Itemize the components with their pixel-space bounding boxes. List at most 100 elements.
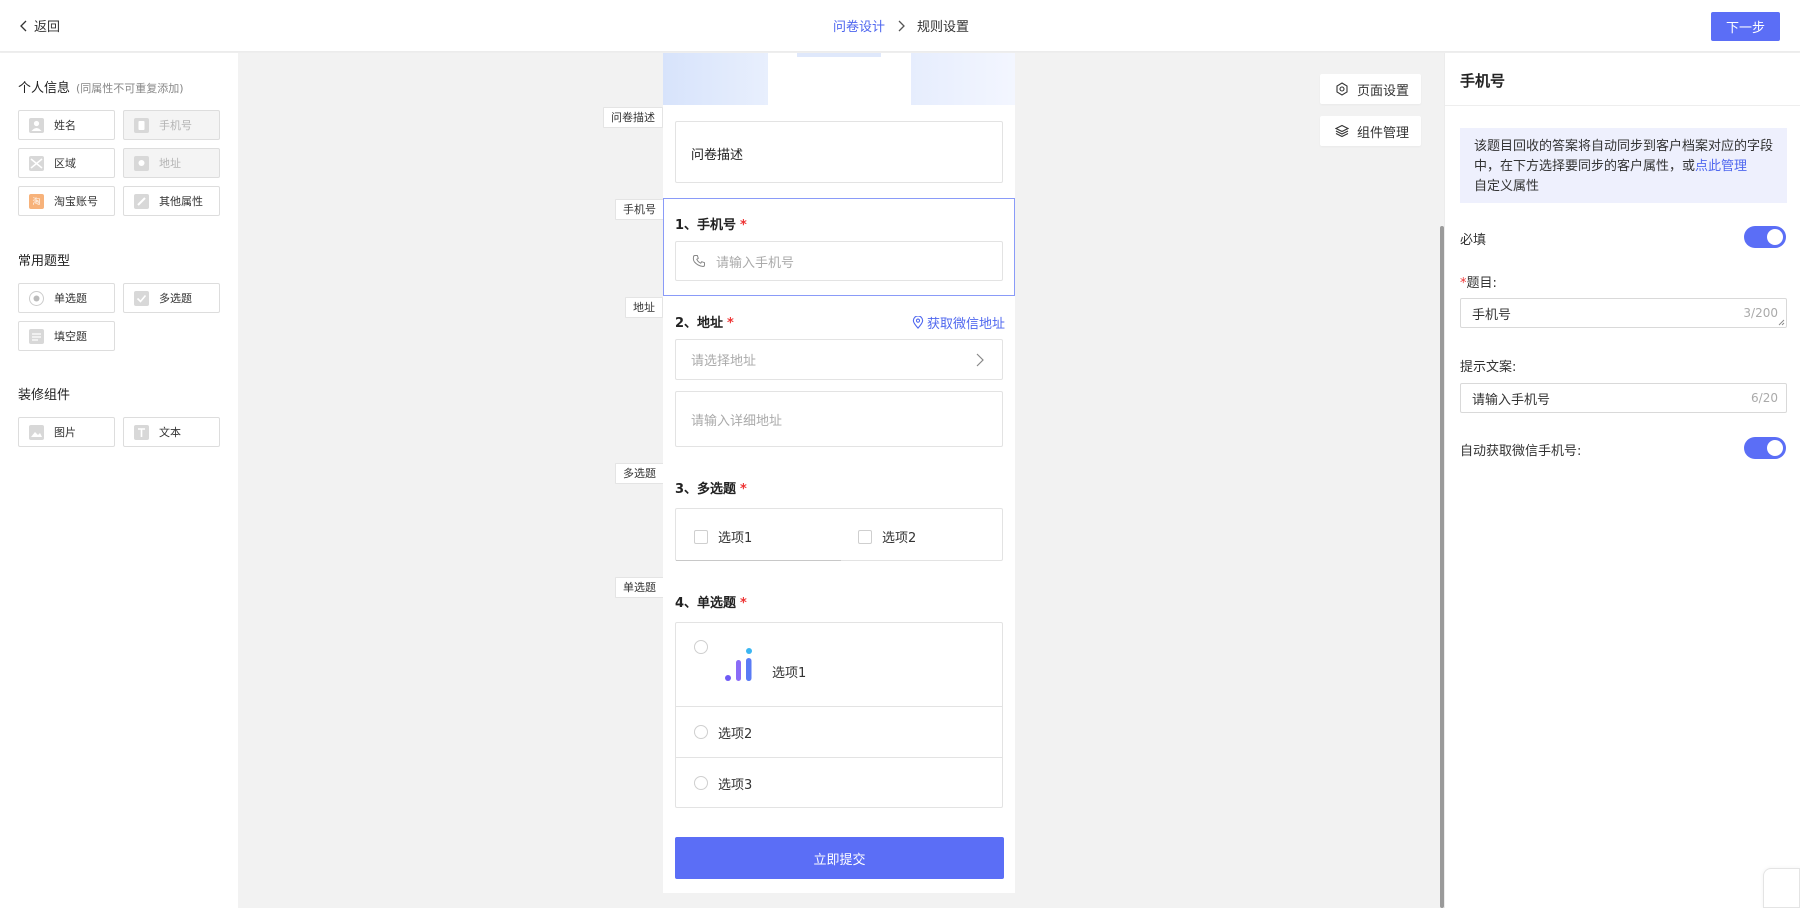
q4-title: 4、单选题 * [675, 592, 747, 611]
questionnaire-description[interactable]: 问卷描述 [675, 121, 1003, 183]
chevron-right-icon [895, 20, 907, 32]
tile-name-label: 姓名 [54, 119, 76, 132]
phone-input[interactable]: 请输入手机号 [675, 241, 1003, 281]
q3-title: 3、多选题 * [675, 478, 747, 497]
tag-multi[interactable]: 多选题 [615, 463, 664, 484]
resize-handle-icon[interactable] [1777, 318, 1785, 326]
get-wechat-address-link[interactable]: 获取微信地址 [912, 313, 1005, 332]
tile-text[interactable]: 文本 [123, 417, 220, 447]
q1-title: 1、手机号 * [675, 214, 747, 233]
detail-address-input[interactable]: 请输入详细地址 [675, 391, 1003, 447]
breadcrumb-design[interactable]: 问卷设计 [833, 16, 885, 35]
q3-required-mark: * [740, 482, 747, 497]
top-header: 返回 问卷设计 规则设置 下一步 [0, 0, 1800, 52]
question-title-value: 手机号 [1472, 307, 1512, 323]
tile-multi-label: 多选题 [159, 292, 192, 305]
tile-single-choice[interactable]: 单选题 [18, 283, 115, 313]
text-icon [134, 424, 149, 440]
tile-address[interactable]: 地址 [123, 148, 220, 178]
question-label-text: 题目: [1466, 276, 1497, 291]
single-option-3[interactable]: 选项3 [676, 757, 1002, 808]
panel-title: 手机号 [1460, 72, 1506, 90]
multi-option-1[interactable]: 选项1 [694, 527, 752, 546]
single-option-1[interactable]: 选项1 [676, 623, 1002, 706]
radio-option-1[interactable] [694, 640, 708, 654]
option-image-logo-icon [725, 648, 752, 681]
property-panel: 手机号 该题目回收的答案将自动同步到客户档案对应的字段中，在下方选择要同步的客户… [1444, 53, 1800, 908]
tile-name[interactable]: 姓名 [18, 110, 115, 140]
edit-icon [134, 193, 149, 209]
required-label: 必填 [1460, 233, 1487, 248]
component-manage-button[interactable]: 组件管理 [1320, 116, 1421, 146]
back-label: 返回 [34, 20, 61, 35]
q2-required-mark: * [727, 316, 734, 331]
q4-required-mark: * [740, 596, 747, 611]
manage-link[interactable]: 点此管理 [1695, 159, 1747, 174]
single-option-2-label: 选项2 [718, 726, 753, 742]
q2-title-text: 2、地址 [675, 316, 724, 331]
question-title-input[interactable]: 手机号 3/200 [1460, 298, 1787, 328]
back-button[interactable]: 返回 [18, 16, 60, 35]
chevron-left-icon [20, 20, 27, 31]
location-icon [134, 155, 149, 171]
multi-option-underline [676, 560, 841, 561]
tile-image-label: 图片 [54, 426, 76, 439]
breadcrumb-rules[interactable]: 规则设置 [917, 16, 969, 35]
tile-taobao-label: 淘宝账号 [54, 195, 98, 208]
phone-icon [134, 117, 149, 133]
tag-desc[interactable]: 问卷描述 [603, 107, 663, 128]
taobao-icon: 淘 [29, 193, 44, 209]
banner-image-middle [797, 53, 881, 57]
q1-required-mark: * [740, 218, 747, 233]
q4-title-text: 4、单选题 [675, 596, 737, 611]
submit-button[interactable]: 立即提交 [675, 837, 1004, 879]
multi-option-1-label: 选项1 [718, 531, 753, 546]
checkbox-option-2[interactable] [858, 529, 872, 544]
tag-address[interactable]: 地址 [625, 297, 663, 318]
auto-wechat-phone-toggle[interactable] [1744, 437, 1786, 459]
single-option-2[interactable]: 选项2 [676, 706, 1002, 757]
tile-region-label: 区域 [54, 157, 76, 170]
tile-address-label: 地址 [159, 157, 181, 170]
hint-char-count: 6/20 [1751, 391, 1778, 405]
hint-text-input[interactable]: 请输入手机号 6/20 [1460, 383, 1787, 413]
required-toggle[interactable] [1744, 226, 1786, 248]
radio-option-3[interactable] [694, 776, 708, 790]
multi-option-2-label: 选项2 [882, 531, 917, 546]
breadcrumb: 问卷设计 规则设置 [833, 16, 969, 35]
tag-single[interactable]: 单选题 [615, 577, 664, 598]
tile-region[interactable]: 区域 [18, 148, 115, 178]
personal-info-note: (同属性不可重复添加) [76, 82, 184, 95]
multi-option-2[interactable]: 选项2 [858, 527, 916, 546]
single-option-1-label: 选项1 [772, 666, 807, 681]
q3-title-text: 3、多选题 [675, 482, 737, 497]
image-icon [29, 424, 44, 440]
phone-icon [692, 255, 705, 268]
radio-option-2[interactable] [694, 725, 708, 739]
page-settings-button[interactable]: 页面设置 [1320, 74, 1421, 104]
tile-image[interactable]: 图片 [18, 417, 115, 447]
tile-fill-label: 填空题 [54, 330, 87, 343]
location-pin-icon [912, 316, 924, 329]
questionnaire-preview: 问卷描述 1、手机号 * 请输入手机号 2、地址 * 获取微信地址 请选择地址 请输… [663, 53, 1015, 893]
personal-info-label: 个人信息 [18, 81, 71, 96]
multi-choice-options: 选项1 选项2 [675, 508, 1003, 561]
tile-fill-blank[interactable]: 填空题 [18, 321, 115, 351]
hint-label: 提示文案: [1460, 360, 1517, 375]
question-char-count: 3/200 [1743, 306, 1778, 320]
tile-other[interactable]: 其他属性 [123, 186, 220, 216]
tile-multi-choice[interactable]: 多选题 [123, 283, 220, 313]
checkbox-option-1[interactable] [694, 529, 708, 544]
address-select[interactable]: 请选择地址 [675, 339, 1003, 380]
tile-taobao[interactable]: 淘 淘宝账号 [18, 186, 115, 216]
single-choice-options: 选项1 选项2 选项3 [675, 622, 1003, 808]
panel-divider [1445, 105, 1800, 106]
personal-info-title: 个人信息 (同属性不可重复添加) [18, 77, 184, 96]
q1-title-text: 1、手机号 [675, 218, 737, 233]
floating-help-widget[interactable] [1763, 868, 1800, 908]
next-step-button[interactable]: 下一步 [1711, 12, 1780, 41]
tag-phone[interactable]: 手机号 [615, 199, 664, 220]
tile-phone[interactable]: 手机号 [123, 110, 220, 140]
q2-title: 2、地址 * [675, 312, 734, 331]
user-icon [29, 117, 44, 133]
